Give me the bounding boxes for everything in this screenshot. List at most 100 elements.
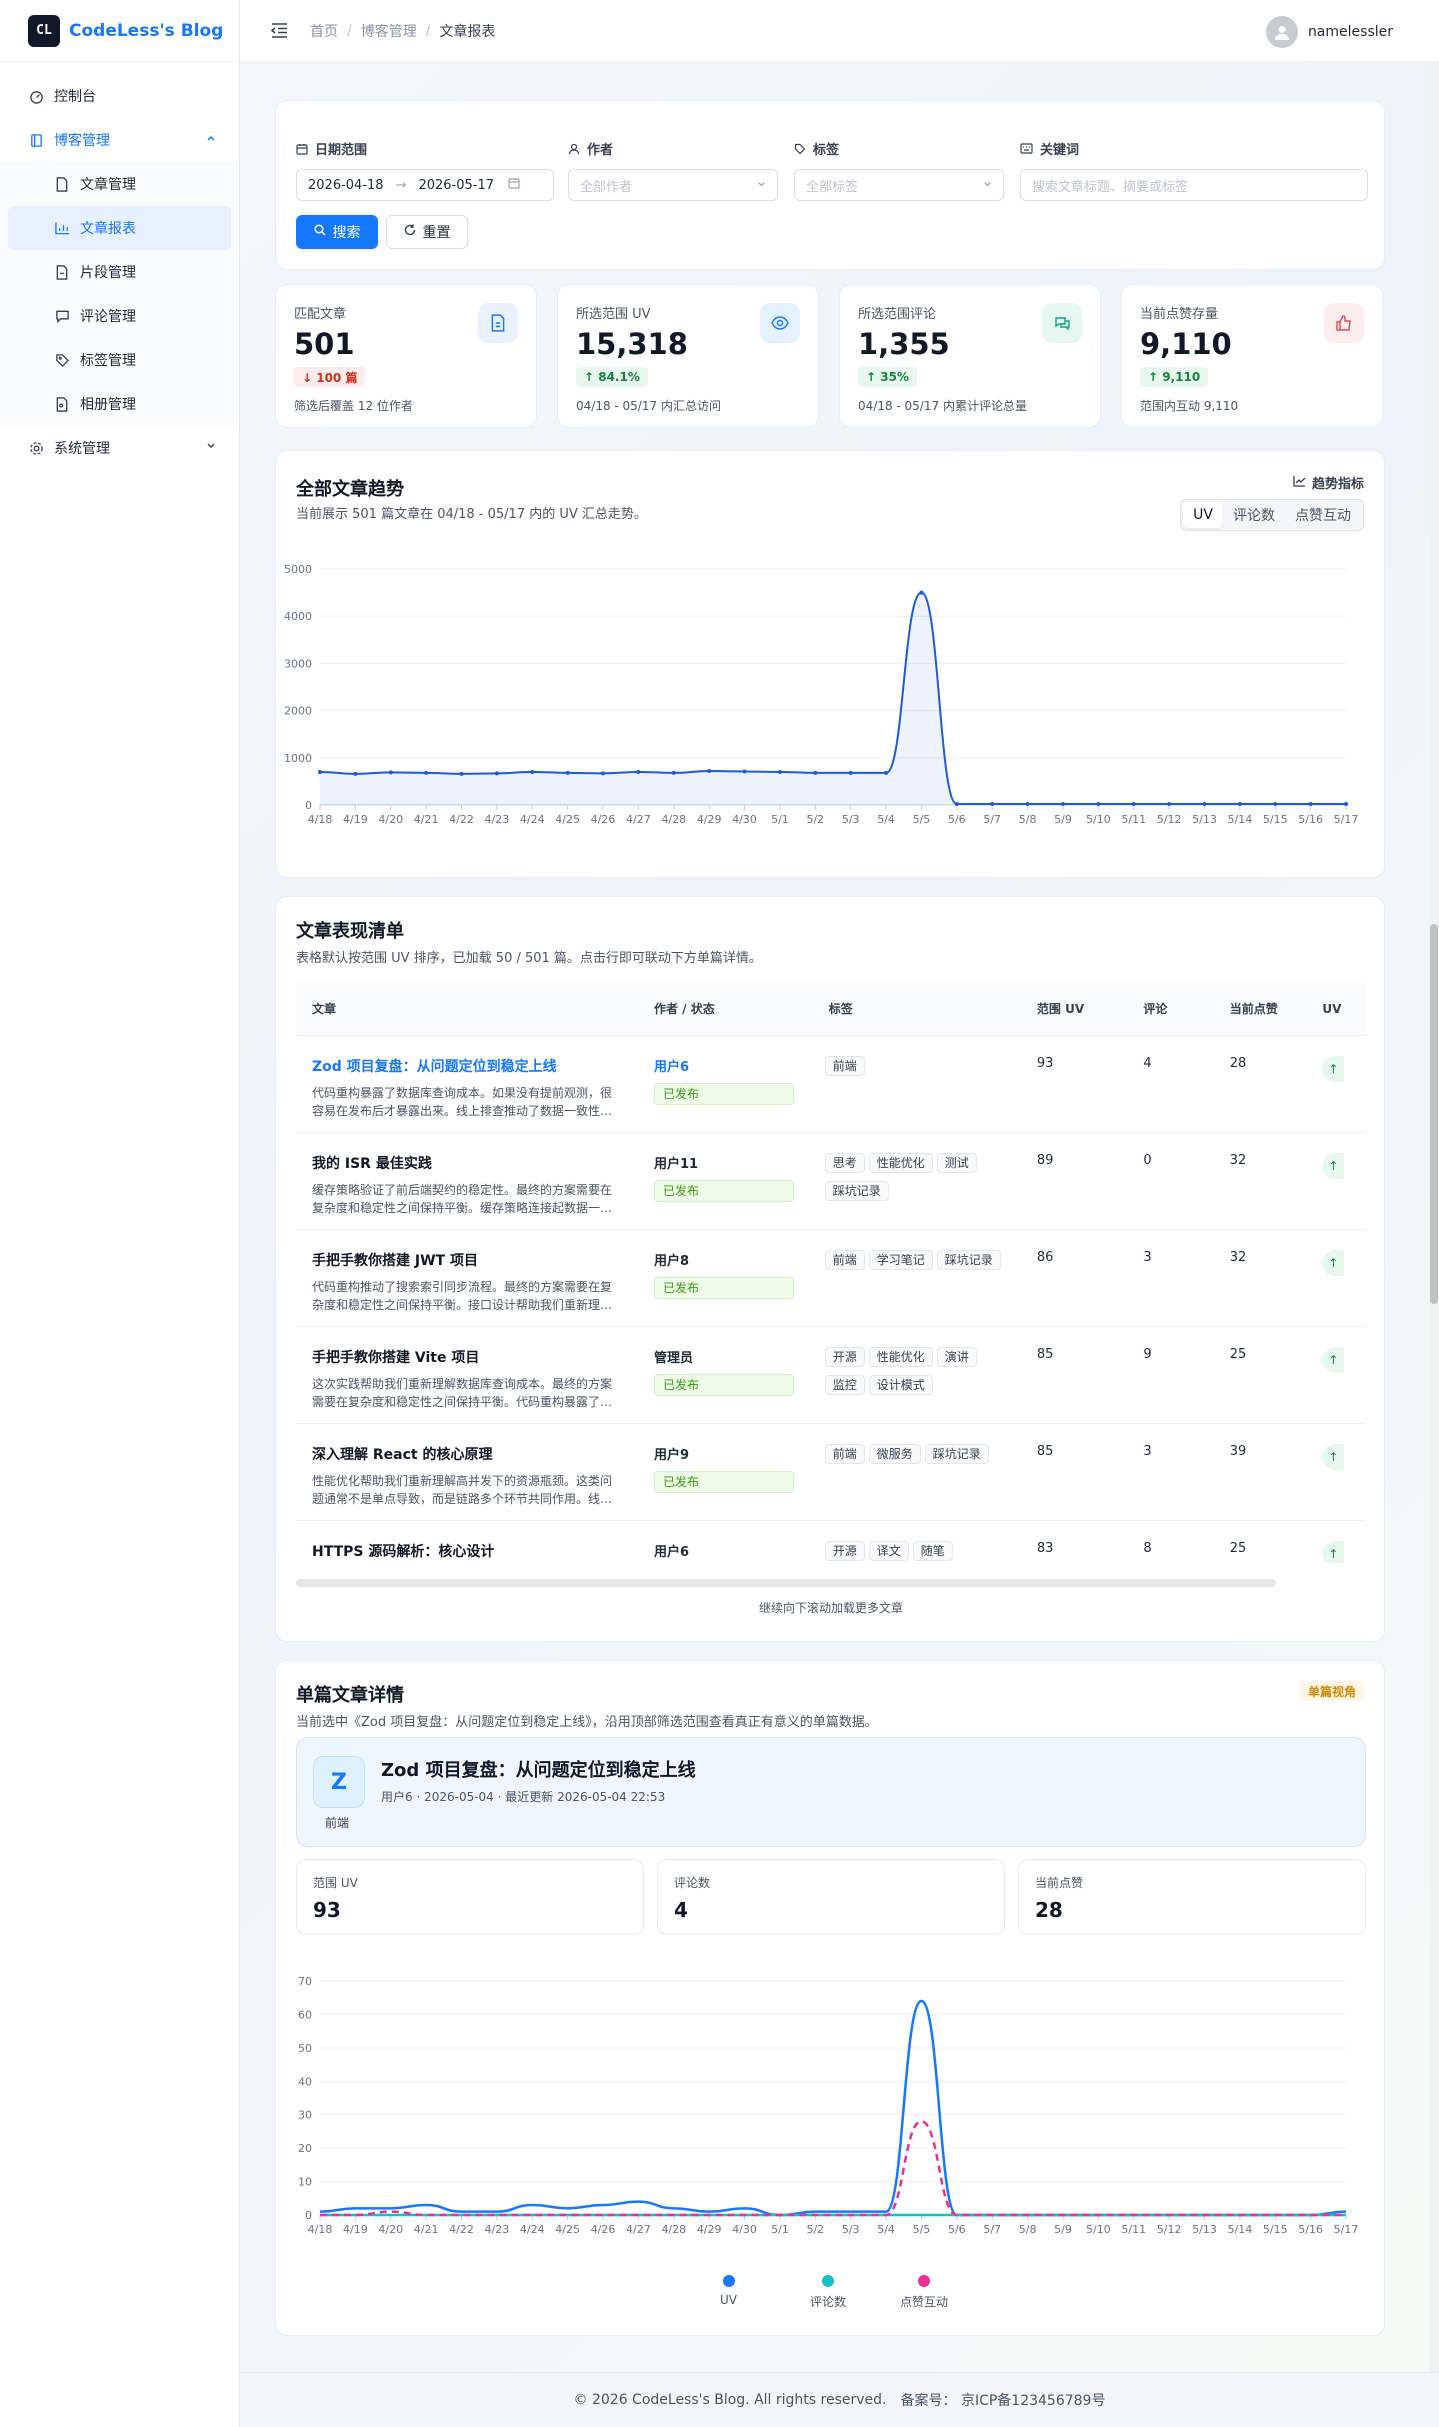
user-icon (568, 143, 580, 155)
horizontal-scrollbar[interactable] (296, 1579, 1276, 1587)
data-point (1308, 802, 1313, 807)
x-tick-label: 4/29 (697, 813, 722, 826)
reset-button[interactable]: 重置 (386, 215, 468, 249)
x-tick-label: 5/8 (1019, 2223, 1037, 2236)
sidebar-item-tags[interactable]: 标签管理 (8, 338, 231, 382)
data-point (1202, 802, 1207, 807)
tab-uv[interactable]: UV (1183, 502, 1223, 528)
sidebar-item-albums[interactable]: 相册管理 (8, 382, 231, 426)
tag-icon (794, 143, 806, 155)
user-menu[interactable]: namelessler (1265, 16, 1393, 48)
sidebar-item-blog[interactable]: 博客管理 (0, 118, 239, 162)
y-tick-label: 20 (298, 2142, 312, 2155)
comment-icon (54, 308, 70, 324)
tab-likes[interactable]: 点赞互动 (1285, 502, 1361, 528)
sidebar-item-comments[interactable]: 评论管理 (8, 294, 231, 338)
x-tick-label: 5/2 (806, 2223, 824, 2236)
breadcrumb-blog[interactable]: 博客管理 (361, 21, 417, 41)
stat-badge: ↑ 35% (858, 367, 917, 387)
table-row[interactable]: 手把手教你搭建 JWT 项目 代码重构推动了搜索索引同步流程。最终的方案需要在复杂… (296, 1229, 1366, 1327)
x-tick-label: 5/13 (1192, 2223, 1217, 2236)
trend-up-icon: ↑ (1322, 1346, 1345, 1373)
sidebar-item-dashboard[interactable]: 控制台 (0, 74, 239, 118)
sidebar-item-report[interactable]: 文章报表 (8, 206, 231, 250)
menu-fold-icon[interactable] (270, 22, 288, 40)
brand[interactable]: CL CodeLess's Blog (0, 0, 239, 62)
page-scrollbar[interactable] (1429, 62, 1439, 2372)
table-row[interactable]: 我的 ISR 最佳实践 缓存策略验证了前后端契约的稳定性。最终的方案需要在复杂度和… (296, 1132, 1366, 1230)
table-row[interactable]: 手把手教你搭建 Vite 项目 这次实践帮助我们重新理解数据库查询成本。最终的方案… (296, 1326, 1366, 1424)
tag-chip: 前端 (824, 1055, 865, 1076)
x-tick-label: 4/19 (343, 2223, 368, 2236)
metric-label: 范围 UV (313, 1876, 358, 1890)
scrollbar-thumb[interactable] (1430, 924, 1438, 1304)
keyword-input[interactable]: 搜索文章标题、摘要或标签 (1020, 169, 1368, 201)
legend-uv[interactable]: UV (720, 2275, 737, 2307)
article-title[interactable]: HTTPS 源码解析：核心设计 (312, 1541, 622, 1561)
table-viewport[interactable]: 文章 作者 / 状态 标签 范围 UV 评论 当前点赞 UV Zod 项目复盘：… (296, 983, 1366, 1563)
article-title[interactable]: 手把手教你搭建 JWT 项目 (312, 1250, 622, 1270)
metric-uv: 范围 UV 93 (296, 1859, 644, 1935)
tab-comments[interactable]: 评论数 (1223, 502, 1285, 528)
article-table-card: 文章表现清单 表格默认按范围 UV 排序，已加载 50 / 501 篇。点击行即… (275, 896, 1385, 1642)
icp-record[interactable]: 备案号： 京ICP备123456789号 (901, 2390, 1106, 2410)
sidebar-item-articles[interactable]: 文章管理 (8, 162, 231, 206)
data-point (671, 770, 676, 775)
comments-cell: 0 (1127, 1132, 1214, 1230)
tag-chip: 译文 (868, 1540, 909, 1561)
stat-label: 所选范围 UV (576, 307, 651, 322)
status-badge: 已发布 (654, 1179, 794, 1202)
x-tick-label: 4/21 (414, 813, 439, 826)
comments-cell: 3 (1127, 1229, 1214, 1327)
series-line-1 (319, 1999, 1347, 2217)
detail-title: 单篇文章详情 (296, 1685, 404, 1706)
table-row[interactable]: 深入理解 React 的核心原理 性能优化帮助我们重新理解高并发下的资源瓶颈。这类… (296, 1423, 1366, 1521)
x-tick-label: 5/17 (1334, 2223, 1359, 2236)
legend-comments[interactable]: 评论数 (810, 2275, 846, 2310)
trend-title: 全部文章趋势 (296, 479, 404, 500)
y-tick-label: 70 (298, 1975, 312, 1988)
article-title[interactable]: 手把手教你搭建 Vite 项目 (312, 1347, 622, 1367)
author-select[interactable]: 全部作者 (568, 169, 778, 201)
data-point (601, 771, 606, 776)
article-title[interactable]: Zod 项目复盘：从问题定位到稳定上线 (312, 1056, 622, 1076)
data-point (636, 769, 641, 774)
search-button[interactable]: 搜索 (296, 215, 378, 249)
article-title: Zod 项目复盘：从问题定位到稳定上线 (381, 1760, 696, 1781)
x-tick-label: 5/5 (913, 813, 931, 826)
filter-card: 日期范围 2026-04-18 → 2026-05-17 作者 全部作者 标签 … (275, 100, 1385, 270)
tag-select[interactable]: 全部标签 (794, 169, 1004, 201)
stat-card-articles: 匹配文章 501 ↓ 100 篇 筛选后覆盖 12 位作者 (275, 284, 537, 428)
legend-likes[interactable]: 点赞互动 (900, 2275, 948, 2310)
table-row[interactable]: HTTPS 源码解析：核心设计代码重构连接起数据库查询成本。如果没有提前观测，很… (296, 1520, 1366, 1563)
x-tick-label: 5/7 (983, 2223, 1001, 2236)
data-point (1273, 802, 1278, 807)
uv-cell: 85 (1020, 1423, 1128, 1521)
y-tick-label: 30 (298, 2109, 312, 2122)
article-title[interactable]: 我的 ISR 最佳实践 (312, 1153, 622, 1173)
stat-badge: ↑ 84.1% (576, 367, 648, 387)
article-title[interactable]: 深入理解 React 的核心原理 (312, 1444, 622, 1464)
x-tick-label: 4/30 (732, 813, 757, 826)
stat-desc: 04/18 - 05/17 内汇总访问 (576, 399, 721, 413)
sidebar-item-snippets[interactable]: 片段管理 (8, 250, 231, 294)
status-badge: 已发布 (654, 1373, 794, 1396)
date-end[interactable]: 2026-05-17 (418, 178, 494, 193)
metric-value: 28 (1035, 1898, 1063, 1922)
x-tick-label: 5/9 (1054, 2223, 1072, 2236)
uv-cell: 89 (1020, 1132, 1128, 1230)
x-tick-label: 5/17 (1334, 813, 1359, 826)
sidebar-item-system[interactable]: 系统管理 (0, 426, 239, 470)
article-initial: Z (313, 1756, 365, 1808)
x-tick-label: 5/15 (1263, 2223, 1288, 2236)
x-tick-label: 4/20 (378, 813, 403, 826)
trend-up-icon: ↑ (1322, 1540, 1345, 1563)
x-tick-label: 5/4 (877, 813, 895, 826)
date-start[interactable]: 2026-04-18 (308, 178, 384, 193)
table-row[interactable]: Zod 项目复盘：从问题定位到稳定上线 代码重构暴露了数据库查询成本。如果没有提前… (296, 1035, 1366, 1133)
trend-up-icon: ↑ (1322, 1055, 1345, 1082)
legend-dot (918, 2275, 930, 2287)
date-range-picker[interactable]: 2026-04-18 → 2026-05-17 (296, 169, 554, 201)
breadcrumb-home[interactable]: 首页 (310, 21, 338, 41)
legend-label: 点赞互动 (900, 2295, 949, 2309)
